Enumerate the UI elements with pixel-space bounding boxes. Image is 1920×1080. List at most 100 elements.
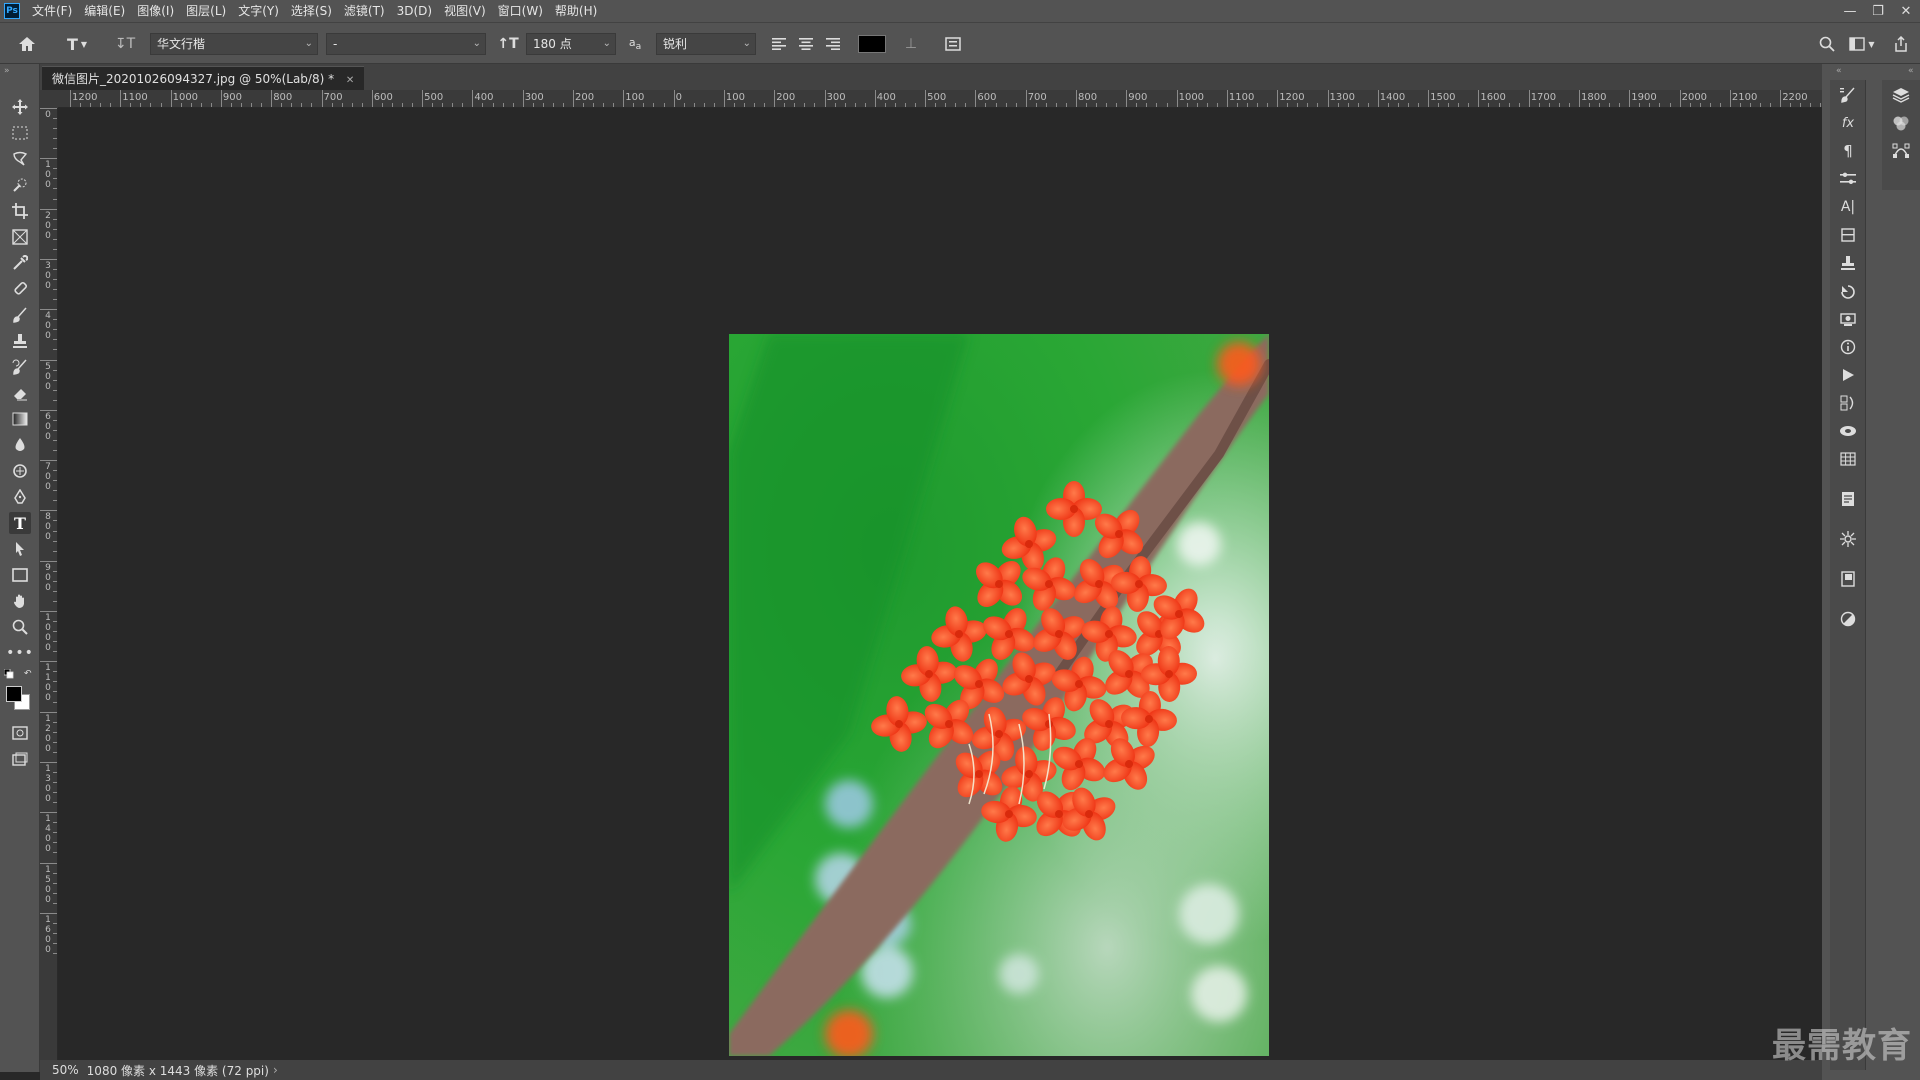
character-panel-icon[interactable]	[942, 33, 964, 55]
quick-mask-icon[interactable]	[9, 722, 31, 744]
document-info[interactable]: 1080 像素 x 1443 像素 (72 ppi)	[87, 1062, 269, 1079]
healing-brush-tool-icon[interactable]	[9, 278, 31, 300]
actions-play-icon[interactable]	[1837, 364, 1859, 386]
marquee-tool-icon[interactable]	[9, 122, 31, 144]
lasso-tool-icon[interactable]	[9, 148, 31, 170]
rectangle-tool-icon[interactable]	[9, 564, 31, 586]
gradient-tool-icon[interactable]	[9, 408, 31, 430]
toggle-text-orientation-icon[interactable]: ↧T	[114, 33, 136, 55]
libraries-icon[interactable]	[1837, 568, 1859, 590]
search-icon[interactable]	[1816, 33, 1838, 55]
ruler-tick	[361, 103, 363, 107]
align-left-icon[interactable]	[768, 33, 790, 55]
menu-view[interactable]: 视图(V)	[438, 0, 492, 22]
canvas-area[interactable]	[58, 108, 1822, 1060]
document-image[interactable]	[729, 334, 1269, 1056]
horizontal-ruler[interactable]: 1200 1100 1000 900 800 700 600 500 400 300 200 100 0…	[58, 90, 1822, 108]
more-tools-icon[interactable]: •••	[6, 642, 33, 664]
vertical-ruler[interactable]: 0 100 200 300 400 500 600 700 800 900 1000 1100 1200…	[40, 108, 58, 1060]
type-tool-icon[interactable]: T	[9, 512, 31, 534]
ruler-tick	[673, 90, 675, 107]
character-icon[interactable]: A|	[1837, 196, 1859, 218]
menu-3d[interactable]: 3D(D)	[391, 0, 438, 22]
minimize-icon[interactable]: —	[1836, 0, 1864, 22]
font-size-select[interactable]: 180 点 ⌄	[526, 33, 616, 55]
frame-tool-icon[interactable]	[9, 226, 31, 248]
eraser-tool-icon[interactable]	[9, 382, 31, 404]
align-right-icon[interactable]	[822, 33, 844, 55]
ruler-h-label: 1200	[72, 92, 98, 103]
menu-file[interactable]: 文件(F)	[26, 0, 78, 22]
workspace-switcher-icon[interactable]: ▼	[1846, 33, 1878, 55]
restore-icon[interactable]: ❐	[1864, 0, 1892, 22]
menu-edit[interactable]: 编辑(E)	[78, 0, 131, 22]
menu-image[interactable]: 图像(I)	[131, 0, 180, 22]
text-color-swatch[interactable]	[858, 35, 886, 53]
ruler-tick	[53, 480, 57, 482]
ruler-origin[interactable]	[40, 90, 58, 108]
info-icon[interactable]	[1837, 336, 1859, 358]
ruler-tick	[53, 118, 57, 120]
move-tool-icon[interactable]	[9, 96, 31, 118]
ruler-tick	[1810, 103, 1812, 107]
type-tool-preset-icon[interactable]: T ▼	[60, 33, 94, 55]
menu-window[interactable]: 窗口(W)	[492, 0, 549, 22]
close-icon[interactable]: ✕	[1892, 0, 1920, 22]
properties-icon[interactable]	[1837, 528, 1859, 550]
channels-icon[interactable]	[1837, 392, 1859, 414]
collapse-panel-icon[interactable]: «	[1836, 66, 1842, 76]
hand-tool-icon[interactable]	[9, 590, 31, 612]
layers-icon[interactable]	[1890, 84, 1912, 106]
styles-fx-icon[interactable]: fx	[1837, 112, 1859, 134]
crop-tool-icon[interactable]	[9, 200, 31, 222]
adjustments-icon[interactable]	[1837, 168, 1859, 190]
notes-icon[interactable]	[1837, 488, 1859, 510]
pen-tool-icon[interactable]	[9, 486, 31, 508]
share-icon[interactable]	[1890, 33, 1912, 55]
path-selection-tool-icon[interactable]	[9, 538, 31, 560]
menu-help[interactable]: 帮助(H)	[549, 0, 603, 22]
zoom-tool-icon[interactable]	[9, 616, 31, 638]
brush-tool-icon[interactable]	[9, 304, 31, 326]
foreground-color-swatch[interactable]	[6, 686, 22, 702]
glyphs-icon[interactable]	[1837, 224, 1859, 246]
zoom-level[interactable]: 50%	[40, 1063, 87, 1077]
font-style-select[interactable]: - ⌄	[326, 33, 486, 55]
swatches-grid-icon[interactable]	[1837, 448, 1859, 470]
menu-layer[interactable]: 图层(L)	[180, 0, 232, 22]
antialias-select[interactable]: 锐利 ⌄	[656, 33, 756, 55]
blur-tool-icon[interactable]	[9, 434, 31, 456]
channels-circles-icon[interactable]	[1890, 112, 1912, 134]
eyedropper-tool-icon[interactable]	[9, 252, 31, 274]
history-icon[interactable]	[1837, 280, 1859, 302]
menu-select[interactable]: 选择(S)	[285, 0, 338, 22]
brush-settings-icon[interactable]	[1837, 84, 1859, 106]
clone-stamp-tool-icon[interactable]	[9, 330, 31, 352]
collapse-panel-icon[interactable]: «	[1908, 66, 1914, 76]
paths-icon[interactable]	[1890, 140, 1912, 162]
align-center-icon[interactable]	[795, 33, 817, 55]
menu-type[interactable]: 文字(Y)	[232, 0, 285, 22]
dodge-tool-icon[interactable]	[9, 460, 31, 482]
close-tab-icon[interactable]: ✕	[346, 75, 354, 86]
ruler-tick	[1599, 103, 1601, 107]
chevron-right-icon[interactable]: ›	[273, 1063, 278, 1077]
default-colors-icon[interactable]	[4, 669, 14, 679]
3d-icon[interactable]	[1837, 420, 1859, 442]
document-tab[interactable]: 微信图片_20201026094327.jpg @ 50%(Lab/8) * ✕	[42, 66, 365, 90]
clone-source-icon[interactable]	[1837, 252, 1859, 274]
color-icon[interactable]	[1837, 608, 1859, 630]
collapse-panel-icon[interactable]: »	[4, 66, 10, 76]
ruler-tick	[53, 631, 57, 633]
warp-text-icon[interactable]: ⊥	[900, 33, 922, 55]
menu-filter[interactable]: 滤镜(T)	[338, 0, 391, 22]
swap-colors-icon[interactable]: ↶	[24, 669, 32, 679]
ruler-tick	[53, 238, 57, 240]
quick-selection-tool-icon[interactable]	[9, 174, 31, 196]
paragraph-icon[interactable]: ¶	[1837, 140, 1859, 162]
history-brush-tool-icon[interactable]	[9, 356, 31, 378]
tool-presets-icon[interactable]	[1837, 308, 1859, 330]
screen-mode-icon[interactable]	[9, 748, 31, 770]
font-family-select[interactable]: 华文行楷 ⌄	[150, 33, 318, 55]
home-icon[interactable]	[16, 33, 38, 55]
